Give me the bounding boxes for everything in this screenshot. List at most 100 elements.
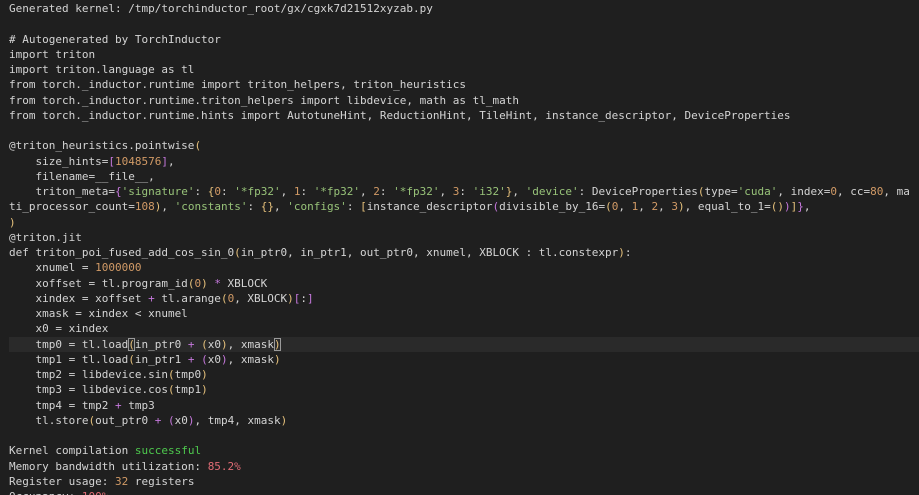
code-token: 'constants'	[174, 200, 248, 214]
code-token: tmp3	[121, 398, 155, 412]
code-token: ,	[803, 200, 811, 214]
generated-kernel-line: Generated kernel: /tmp/torchinductor_roo…	[9, 1, 919, 16]
code-token: (	[128, 352, 135, 366]
code-token: tmp2 = libdevice.sin	[9, 368, 168, 381]
code-token: , cc=	[836, 185, 871, 198]
status-compilation-line: Kernel compilation successful	[9, 443, 919, 458]
code-token: :	[379, 185, 394, 198]
code-token: xnumel =	[9, 261, 96, 275]
code-token: 108	[134, 200, 155, 214]
code-token: :	[346, 200, 361, 214]
code-line: x0 = xindex	[9, 321, 919, 336]
code-token: in_ptr0	[134, 337, 188, 351]
code-token: @triton_heuristics.pointwise	[9, 139, 195, 153]
code-token: )	[280, 413, 288, 427]
code-line: xindex = xoffset + tl.arange(0, XBLOCK)[…	[9, 291, 919, 306]
code-token: size_hints=	[9, 154, 109, 168]
code-token: )	[9, 215, 16, 229]
code-decorator-line: @triton_heuristics.pointwise(	[9, 138, 919, 153]
code-token: 80	[870, 185, 884, 198]
code-token: )	[201, 383, 208, 397]
code-token: tmp1 = tl.load	[9, 352, 129, 366]
code-token: (	[234, 246, 241, 259]
code-token: xmask = xindex < xnumel	[9, 307, 188, 320]
code-token: Register usage:	[9, 474, 115, 488]
code-token: +	[148, 291, 155, 305]
code-token: *	[214, 276, 221, 290]
code-token: {	[114, 185, 122, 198]
code-token: 32	[114, 474, 129, 488]
code-comment-line: # Autogenerated by TorchInductor	[9, 32, 919, 47]
code-token: tmp4 = tmp2	[9, 398, 115, 412]
code-token: ,	[638, 200, 652, 214]
code-token: , equal_to_1=	[684, 200, 771, 214]
code-token: (	[167, 368, 175, 381]
code-token: '*fp32'	[234, 185, 281, 198]
code-token: +	[114, 398, 122, 412]
code-token: type=	[704, 185, 738, 198]
code-token: ,	[161, 200, 175, 214]
code-token: )	[220, 352, 228, 366]
code-token: 100%	[82, 490, 109, 495]
code-token: divisible_by_16=	[499, 200, 606, 214]
code-token: (	[128, 337, 135, 351]
code-token: filename=__file__,	[9, 169, 155, 183]
code-token: x0	[174, 413, 188, 427]
code-import-line: import triton	[9, 47, 919, 62]
code-token: [	[360, 200, 367, 214]
code-token: from torch._inductor.runtime.hints impor…	[9, 108, 791, 122]
code-token: ti_processor_count=	[9, 200, 135, 214]
code-token: (	[605, 200, 612, 214]
code-token: )	[287, 291, 294, 305]
status-bandwidth-line: Memory bandwidth utilization: 85.2%	[9, 459, 919, 474]
code-token: Memory bandwidth utilization:	[9, 459, 208, 473]
code-token: registers	[128, 474, 195, 488]
code-token: :	[194, 185, 208, 198]
code-token: tmp0	[174, 368, 202, 381]
code-token: 'cuda'	[737, 185, 778, 198]
code-token: tmp3 = libdevice.cos	[9, 383, 168, 397]
code-token: )	[220, 337, 228, 351]
code-token: 1000000	[95, 261, 142, 275]
code-token: (	[194, 139, 202, 153]
code-token: xoffset = tl.program_id	[9, 276, 188, 290]
code-token: }	[797, 200, 804, 214]
code-token: '*fp32'	[313, 185, 361, 198]
code-token: 85.2%	[207, 459, 241, 473]
code-token: ,	[280, 185, 294, 198]
code-line: tmp1 = tl.load(in_ptr1 + (x0), xmask)	[9, 352, 919, 367]
code-token: tmp0 = tl.load	[9, 337, 129, 351]
code-line: tmp4 = tmp2 + tmp3	[9, 398, 919, 413]
code-line: size_hints=[1048576],	[9, 154, 919, 169]
code-token: from torch._inductor.runtime.triton_help…	[9, 93, 519, 107]
code-token: 2	[373, 185, 380, 198]
code-token: Occupancy:	[9, 490, 82, 495]
code-token: tl.store	[9, 413, 89, 427]
code-token: )	[201, 368, 208, 381]
code-token: (	[167, 413, 175, 427]
code-token: Generated kernel: /tmp/torchinductor_roo…	[9, 2, 433, 15]
code-line: tmp2 = libdevice.sin(tmp0)	[9, 367, 919, 382]
code-token: ,	[360, 185, 374, 198]
code-token: 0	[214, 185, 221, 198]
code-token: 'device'	[525, 185, 579, 198]
code-line: triton_meta={'signature': {0: '*fp32', 1…	[9, 184, 919, 199]
code-token: 1048576	[114, 154, 162, 168]
code-line: tl.store(out_ptr0 + (x0), tmp4, xmask)	[9, 413, 919, 428]
code-def-line: def triton_poi_fused_add_cos_sin_0(in_pt…	[9, 245, 919, 260]
code-token: : DeviceProperties	[578, 185, 698, 198]
code-token: 0	[830, 185, 837, 198]
code-token: '*fp32'	[393, 185, 440, 198]
terminal-output[interactable]: Generated kernel: /tmp/torchinductor_roo…	[0, 0, 919, 495]
code-token: )	[201, 276, 208, 290]
code-token: 'i32'	[472, 185, 506, 198]
code-token: ]	[161, 154, 168, 168]
code-import-line: import triton.language as tl	[9, 62, 919, 77]
code-import-line: from torch._inductor.runtime import trit…	[9, 77, 919, 92]
code-token: :	[220, 185, 235, 198]
code-token: , xmask	[227, 352, 274, 366]
code-token: x0	[207, 337, 221, 351]
